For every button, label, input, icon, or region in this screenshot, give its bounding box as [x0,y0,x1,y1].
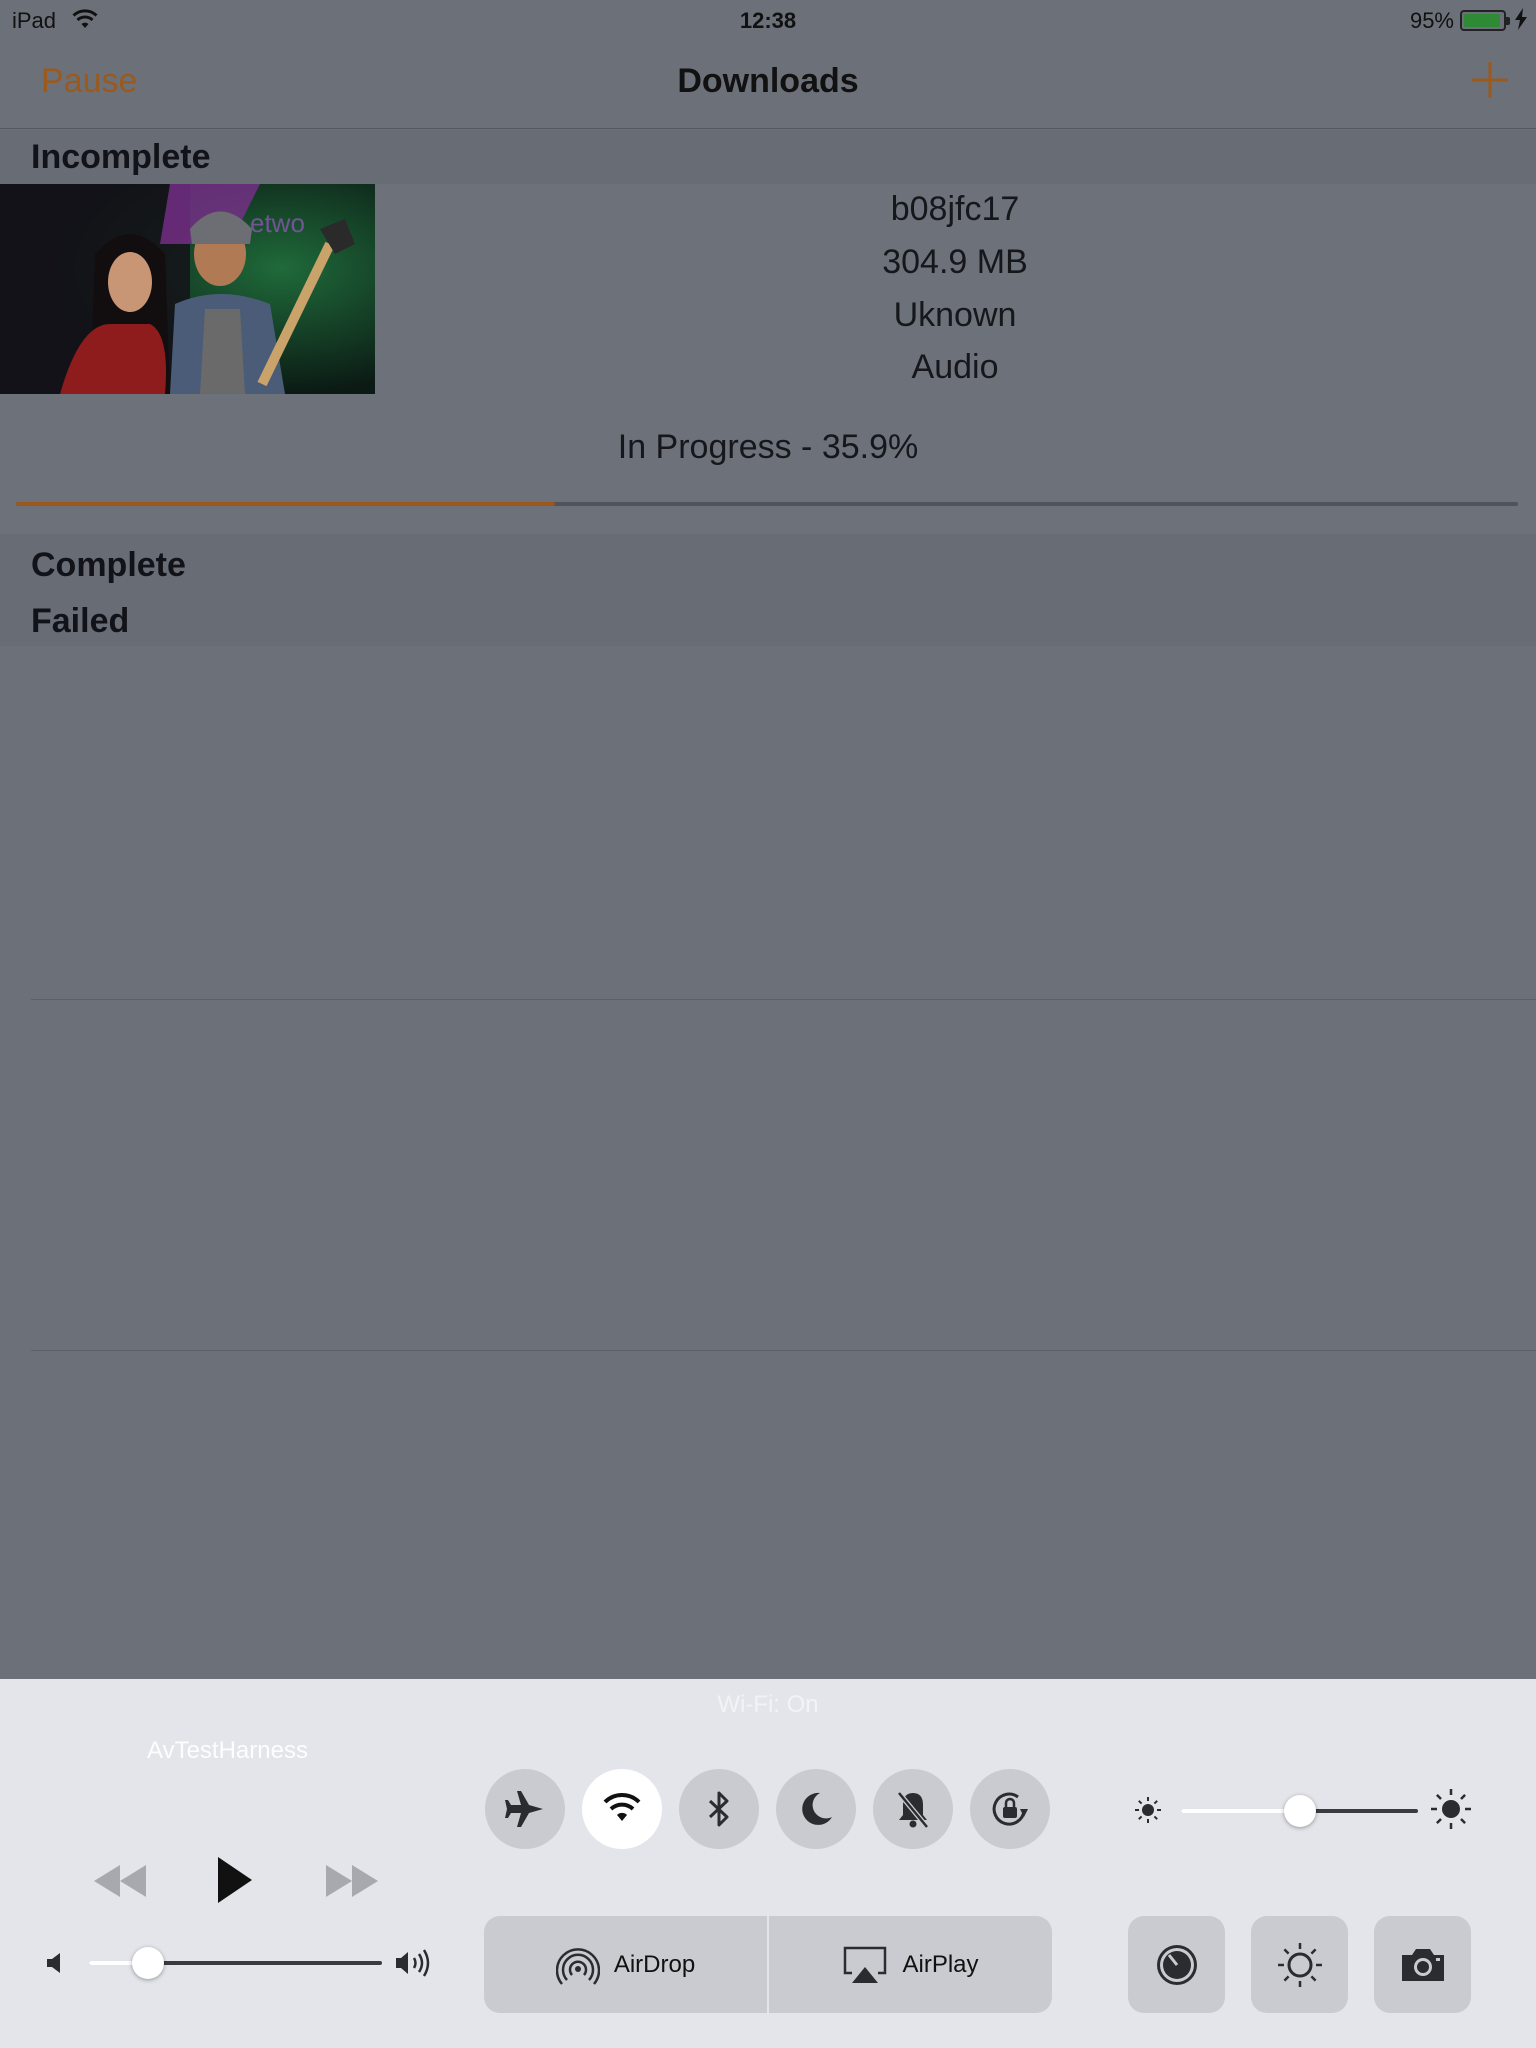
wifi-icon [603,1792,641,1821]
toggle-bluetooth[interactable] [679,1769,759,1849]
navigation-bar: Pause Downloads [0,40,1536,129]
fast-forward-icon[interactable] [324,1863,380,1899]
airplay-label: AirPlay [902,1950,979,1978]
charging-icon [1515,8,1527,30]
download-type: Audio [911,348,999,386]
download-thumbnail: etwo [0,184,375,394]
download-status: In Progress - 35.9% [617,428,919,466]
airdrop-button[interactable]: AirDrop [484,1916,767,2013]
night-shift-icon [1277,1942,1322,1987]
brightness-high-icon [1431,1789,1471,1829]
section-header-complete: Complete [0,534,1536,590]
moon-icon [802,1792,832,1825]
volume-low-icon [47,1953,60,1973]
night-shift-button[interactable] [1251,1916,1348,2013]
toggle-rotation-lock[interactable] [970,1769,1050,1849]
toggle-airplane-mode[interactable] [485,1769,565,1849]
volume-high-icon [396,1949,430,1977]
timer-icon [1156,1944,1197,1985]
thumbnail-image: etwo [0,184,375,394]
toggle-wifi[interactable] [582,1769,662,1849]
wifi-status-hint: Wi-Fi: On [717,1691,819,1718]
download-item[interactable]: etwo b08jfc17 304.9 MB Uknown Audio In P… [0,184,1536,534]
section-header-failed: Failed [0,590,1536,646]
row-divider [31,1350,1536,1351]
clock: 12:38 [739,8,797,33]
plus-icon[interactable] [1470,60,1510,100]
rewind-icon[interactable] [92,1863,148,1899]
timer-button[interactable] [1128,1916,1225,2013]
bluetooth-icon [708,1791,729,1827]
download-progress-fill [16,502,556,506]
volume-slider-knob[interactable] [131,1947,164,1979]
page-title: Downloads [677,62,859,100]
control-center: Wi-Fi: On AvTestHarness AirDrop AirPlay [0,1679,1536,2048]
brightness-slider-knob[interactable] [1283,1795,1316,1827]
camera-icon [1401,1948,1444,1981]
now-playing-app[interactable]: AvTestHarness [147,1737,308,1765]
svg-text:etwo: etwo [250,208,305,238]
download-length: Uknown [893,296,1017,334]
play-icon[interactable] [214,1855,254,1905]
download-name: b08jfc17 [890,190,1020,228]
brightness-slider-fill [1181,1809,1300,1813]
rotation-lock-icon [992,1792,1028,1826]
toggle-do-not-disturb[interactable] [776,1769,856,1849]
camera-button[interactable] [1374,1916,1471,2013]
toggle-mute[interactable] [873,1769,953,1849]
download-size: 304.9 MB [882,243,1028,281]
brightness-low-icon [1135,1797,1161,1823]
download-progress-bar [16,502,1518,506]
share-controls: AirDrop AirPlay [484,1916,1052,2013]
row-divider [31,999,1536,1000]
section-header-incomplete: Incomplete [0,130,1536,184]
airdrop-icon [555,1947,600,1985]
battery-icon [1460,10,1510,31]
bell-slash-icon [897,1791,929,1829]
battery-percent: 95% [1409,8,1454,33]
status-bar: iPad 12:38 95% [0,0,1536,40]
airplane-icon [505,1791,543,1827]
airplay-icon [844,1946,887,1983]
airplay-button[interactable]: AirPlay [769,1916,1052,2013]
airdrop-label: AirDrop [613,1950,696,1978]
